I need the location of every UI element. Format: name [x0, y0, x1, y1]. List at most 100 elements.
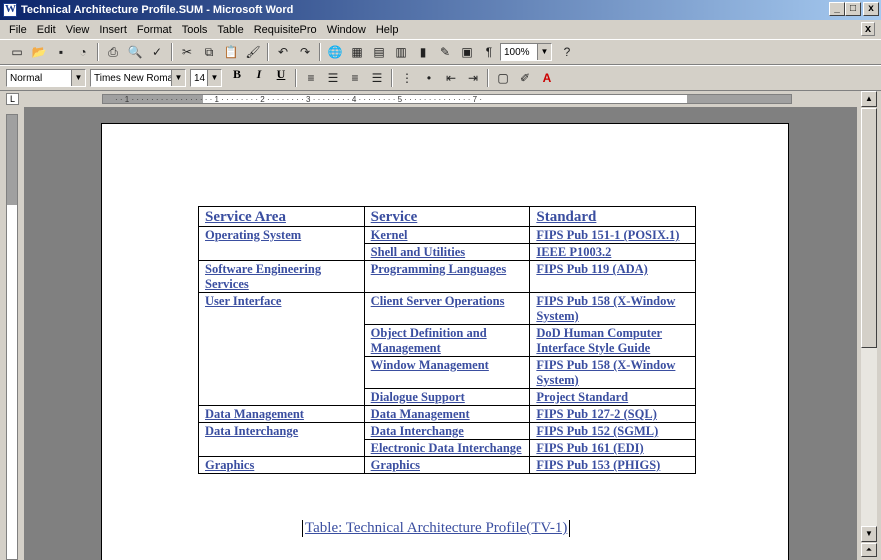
menu-window[interactable]: Window [322, 24, 371, 36]
align-center-icon[interactable]: ☰ [322, 67, 344, 89]
vertical-scrollbar[interactable]: ▲ ▼ ⏶ [857, 91, 881, 560]
menu-view[interactable]: View [61, 24, 95, 36]
tables-borders-icon[interactable]: ▦ [346, 41, 368, 63]
save-icon[interactable]: ▪ [50, 41, 72, 63]
columns-icon[interactable]: ▮ [412, 41, 434, 63]
print-preview-icon[interactable]: 🔍 [124, 41, 146, 63]
copy-icon[interactable]: ⧉ [198, 41, 220, 63]
toolbar-separator [97, 43, 99, 61]
table-cell[interactable]: Project Standard [529, 388, 696, 406]
table-cell[interactable]: Dialogue Support [363, 388, 531, 406]
table-cell[interactable]: Graphics [198, 456, 365, 474]
menu-tools[interactable]: Tools [177, 24, 213, 36]
insert-table-icon[interactable]: ▤ [368, 41, 390, 63]
paste-icon[interactable]: 📋 [220, 41, 242, 63]
align-left-icon[interactable]: ≡ [300, 67, 322, 89]
scroll-thumb[interactable] [861, 108, 877, 348]
table-cell[interactable]: FIPS Pub 152 (SGML) [529, 422, 696, 440]
scroll-up-button[interactable]: ▲ [861, 91, 877, 107]
undo-icon[interactable]: ↶ [272, 41, 294, 63]
align-right-icon[interactable]: ≡ [344, 67, 366, 89]
italic-button[interactable]: I [248, 67, 270, 89]
previous-page-button[interactable]: ⏶ [861, 543, 877, 557]
table-cell[interactable]: Shell and Utilities [363, 243, 531, 261]
menu-edit[interactable]: Edit [32, 24, 61, 36]
print-icon[interactable]: ⎙ [102, 41, 124, 63]
tab-selector[interactable]: L [6, 93, 19, 105]
menu-help[interactable]: Help [371, 24, 404, 36]
table-cell[interactable]: FIPS Pub 153 (PHIGS) [529, 456, 696, 474]
justify-icon[interactable]: ☰ [366, 67, 388, 89]
permission-icon[interactable]: ◔ [72, 41, 94, 63]
style-select[interactable]: Normal ▼ [6, 69, 86, 87]
architecture-table[interactable]: Service Area Service Standard Operating … [198, 206, 696, 474]
menu-format[interactable]: Format [132, 24, 177, 36]
border-icon[interactable]: ▢ [492, 67, 514, 89]
close-button[interactable]: x [863, 2, 879, 16]
menu-requisitepro[interactable]: RequisitePro [249, 24, 322, 36]
hyperlink-icon[interactable]: 🌐 [324, 41, 346, 63]
table-cell[interactable]: Operating System [198, 226, 365, 261]
format-painter-icon[interactable]: 🖌 [242, 41, 264, 63]
scroll-down-button[interactable]: ▼ [861, 526, 877, 542]
table-cell[interactable]: Data Management [363, 405, 531, 423]
menu-file[interactable]: File [4, 24, 32, 36]
table-cell[interactable]: Data Interchange [363, 422, 531, 440]
numbering-icon[interactable]: ⋮ [396, 67, 418, 89]
insert-excel-icon[interactable]: ▥ [390, 41, 412, 63]
table-cell[interactable]: Graphics [363, 456, 531, 474]
table-cell[interactable]: FIPS Pub 161 (EDI) [529, 439, 696, 457]
cut-icon[interactable]: ✂ [176, 41, 198, 63]
table-cell[interactable]: IEEE P1003.2 [529, 243, 696, 261]
increase-indent-icon[interactable]: ⇥ [462, 67, 484, 89]
header-cell[interactable]: Standard [529, 206, 696, 227]
menu-table[interactable]: Table [212, 24, 248, 36]
restore-button[interactable]: □ [845, 2, 861, 16]
font-size-select[interactable]: 14 ▼ [190, 69, 222, 87]
spelling-icon[interactable]: ✓ [146, 41, 168, 63]
table-cell[interactable]: Kernel [363, 226, 531, 244]
header-cell[interactable]: Service [363, 206, 531, 227]
bold-button[interactable]: B [226, 67, 248, 89]
new-document-icon[interactable]: ▭ [6, 41, 28, 63]
table-cell[interactable]: User Interface [198, 292, 365, 406]
decrease-indent-icon[interactable]: ⇤ [440, 67, 462, 89]
underline-button[interactable]: U [270, 67, 292, 89]
document-area[interactable]: Service Area Service Standard Operating … [24, 107, 857, 560]
table-cell[interactable]: FIPS Pub 119 (ADA) [529, 260, 696, 293]
table-cell[interactable]: FIPS Pub 158 (X-Window System) [529, 356, 696, 389]
document-map-icon[interactable]: ▣ [456, 41, 478, 63]
document-page[interactable]: Service Area Service Standard Operating … [101, 123, 789, 560]
table-caption[interactable]: Table: Technical Architecture Profile(TV… [302, 520, 571, 537]
table-cell[interactable]: FIPS Pub 127-2 (SQL) [529, 405, 696, 423]
font-value: Times New Roman [94, 72, 179, 84]
menu-bar: File Edit View Insert Format Tools Table… [0, 20, 881, 39]
header-cell[interactable]: Service Area [198, 206, 365, 227]
redo-icon[interactable]: ↷ [294, 41, 316, 63]
table-cell[interactable]: Window Management [363, 356, 531, 389]
zoom-select[interactable]: 100% ▼ [500, 43, 552, 61]
table-cell[interactable]: FIPS Pub 151-1 (POSIX.1) [529, 226, 696, 244]
ruler-track[interactable]: · · 1 · · · · · · · · · · · · · · · · · … [102, 94, 792, 104]
table-cell[interactable]: Software Engineering Services [198, 260, 365, 293]
word-app-icon[interactable] [3, 3, 17, 17]
minimize-button[interactable]: _ [829, 2, 845, 16]
font-color-icon[interactable]: A [536, 67, 558, 89]
table-cell[interactable]: Object Definition and Management [363, 324, 531, 357]
table-cell[interactable]: DoD Human Computer Interface Style Guide [529, 324, 696, 357]
table-cell[interactable]: Data Interchange [198, 422, 365, 457]
help-icon[interactable]: ? [556, 41, 578, 63]
drawing-icon[interactable]: ✎ [434, 41, 456, 63]
table-cell[interactable]: FIPS Pub 158 (X-Window System) [529, 292, 696, 325]
open-folder-icon[interactable]: 📂 [28, 41, 50, 63]
table-cell[interactable]: Programming Languages [363, 260, 531, 293]
highlight-icon[interactable]: ✐ [514, 67, 536, 89]
table-cell[interactable]: Data Management [198, 405, 365, 423]
menu-insert[interactable]: Insert [94, 24, 132, 36]
bullets-icon[interactable]: • [418, 67, 440, 89]
document-close-button[interactable]: x [861, 22, 875, 36]
show-hide-icon[interactable]: ¶ [478, 41, 500, 63]
table-cell[interactable]: Electronic Data Interchange [363, 439, 531, 457]
font-select[interactable]: Times New Roman ▼ [90, 69, 186, 87]
table-cell[interactable]: Client Server Operations [363, 292, 531, 325]
